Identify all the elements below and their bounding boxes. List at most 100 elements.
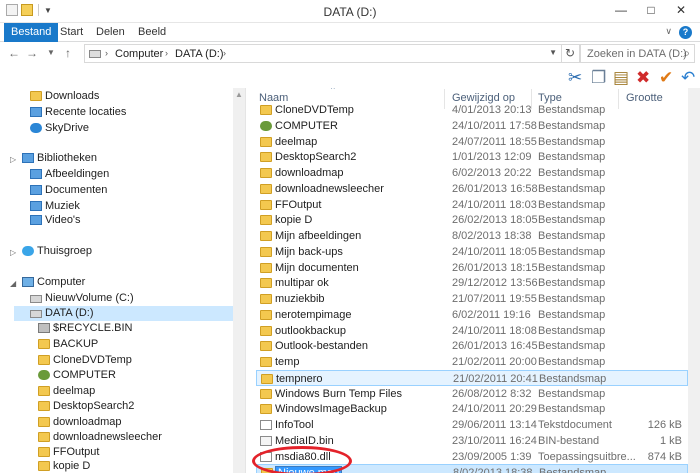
file-type: Bestandsmap — [538, 136, 606, 148]
table-row[interactable]: Windows Burn Temp Files 26/08/2012 8:32 Be… — [256, 386, 688, 402]
breadcrumb-computer[interactable]: Computer — [115, 48, 163, 60]
file-list-scrollbar[interactable] — [688, 88, 700, 473]
table-row[interactable]: CloneDVDTemp 4/01/2013 20:13 Bestandsmap — [256, 102, 688, 118]
explorer-window: ▼ DATA (D:) — □ ✕ Bestand Start Delen Be… — [0, 0, 700, 473]
breadcrumb-data[interactable]: DATA (D:) — [175, 48, 223, 60]
file-type: Bestandsmap — [538, 356, 606, 368]
up-icon[interactable]: ↑ — [65, 46, 71, 60]
folder-icon — [260, 357, 272, 367]
table-row[interactable]: outlookbackup 24/10/2011 18:08 Bestandsmap — [256, 323, 688, 339]
drive-icon — [89, 50, 101, 58]
file-name: InfoTool — [275, 419, 314, 431]
file-type: Tekstdocument — [538, 419, 612, 431]
copy-icon[interactable]: ❐ — [591, 68, 606, 88]
table-row[interactable]: tempnero 21/02/2011 20:41 Bestandsmap — [256, 370, 688, 386]
refresh-icon[interactable]: ↻ — [561, 44, 580, 63]
folder-icon — [260, 152, 272, 162]
expand-arrow-icon[interactable]: ▷ — [10, 248, 16, 257]
drive-icon — [30, 310, 42, 318]
help-icon[interactable]: ? — [679, 26, 692, 39]
file-name: temp — [275, 356, 300, 368]
file-date: 21/02/2011 20:00 — [452, 356, 537, 368]
file-type: Bestandsmap — [538, 388, 606, 400]
table-row[interactable]: FFOutput 24/10/2011 18:03 Bestandsmap — [256, 197, 688, 213]
gear-folder-icon — [260, 121, 272, 131]
table-row[interactable]: muziekbib 21/07/2011 19:55 Bestandsmap — [256, 291, 688, 307]
expand-arrow-icon[interactable]: ▷ — [10, 155, 16, 164]
breadcrumb-arrow-icon[interactable]: › — [105, 48, 108, 58]
folder-icon — [260, 294, 272, 304]
folder-icon — [260, 215, 272, 225]
folder-icon — [260, 404, 272, 414]
address-row: ← → ▼ ↑ › Computer › DATA (D:) › ▼ ↻ Zoe… — [0, 42, 700, 66]
file-type: Bestandsmap — [538, 104, 606, 116]
scissors-icon[interactable]: ✂ — [568, 68, 582, 88]
table-row[interactable]: Outlook-bestanden 26/01/2013 16:45 Bestand… — [256, 338, 688, 354]
breadcrumb-arrow-icon[interactable]: › — [223, 48, 226, 58]
file-name: downloadmap — [275, 167, 344, 179]
file-type: Bestandsmap — [538, 340, 606, 352]
homegroup-icon — [22, 246, 34, 256]
breadcrumb-arrow-icon[interactable]: › — [165, 48, 168, 58]
file-date: 29/06/2011 13:14 — [452, 419, 537, 431]
collapse-arrow-icon[interactable]: ◢ — [10, 279, 16, 288]
minimize-icon[interactable]: — — [606, 0, 636, 20]
table-row[interactable]: Mijn back-ups 24/10/2011 18:05 Bestandsmap — [256, 244, 688, 260]
close-icon[interactable]: ✕ — [666, 0, 696, 20]
folder-icon — [260, 341, 272, 351]
forward-icon[interactable]: → — [26, 46, 38, 60]
folder-icon — [260, 247, 272, 257]
folder-icon — [260, 389, 272, 399]
undo-icon[interactable]: ↶ — [681, 68, 695, 88]
search-placeholder: Zoeken in DATA (D:) — [587, 48, 687, 60]
file-date: 4/01/2013 20:13 — [452, 104, 532, 116]
maximize-icon[interactable]: □ — [636, 0, 666, 20]
checkmark-icon[interactable]: ✔ — [659, 68, 673, 88]
folder-icon — [38, 339, 50, 349]
table-row[interactable]: InfoTool 29/06/2011 13:14 Tekstdocument 126… — [256, 417, 688, 433]
file-type: Bestandsmap — [538, 214, 606, 226]
back-icon[interactable]: ← — [8, 46, 20, 60]
file-type: Bestandsmap — [539, 467, 607, 473]
table-row[interactable]: Mijn afbeeldingen 8/02/2013 18:38 Bestands… — [256, 228, 688, 244]
table-row[interactable]: DesktopSearch2 1/01/2013 12:09 Bestandsmap — [256, 149, 688, 165]
expand-ribbon-icon[interactable]: ∨ — [665, 26, 672, 37]
file-date: 24/07/2011 18:55 — [452, 136, 537, 148]
tab-bestand[interactable]: Bestand — [4, 23, 59, 42]
table-row[interactable]: downloadnewsleecher 26/01/2013 16:58 Besta… — [256, 181, 688, 197]
table-row[interactable]: COMPUTER 24/10/2011 17:58 Bestandsmap — [256, 118, 688, 134]
file-name: kopie D — [275, 214, 313, 226]
file-date: 26/08/2012 8:32 — [452, 388, 532, 400]
table-row[interactable]: Mijn documenten 26/01/2013 18:15 Bestandsm… — [256, 260, 688, 276]
folder-icon — [261, 374, 273, 384]
tab-beeld[interactable]: Beeld — [130, 23, 174, 42]
file-date: 24/10/2011 18:05 — [452, 246, 537, 258]
table-row[interactable]: deelmap 24/07/2011 18:55 Bestandsmap — [256, 134, 688, 150]
search-input[interactable]: Zoeken in DATA (D:) ⌕ — [580, 44, 695, 63]
window-controls: — □ ✕ — [606, 0, 696, 20]
scroll-up-icon[interactable]: ▲ — [235, 90, 243, 99]
file-date: 24/10/2011 20:29 — [452, 403, 537, 415]
tab-start[interactable]: Start — [52, 23, 91, 42]
delete-icon[interactable]: ✖ — [636, 68, 650, 88]
nav-pane-scrollbar[interactable]: ▲ — [233, 88, 245, 473]
table-row[interactable]: WindowsImageBackup 24/10/2011 20:29 Bestan… — [256, 401, 688, 417]
table-row[interactable]: downloadmap 6/02/2013 20:22 Bestandsmap — [256, 165, 688, 181]
table-row[interactable]: kopie D 26/02/2013 18:05 Bestandsmap — [256, 212, 688, 228]
file-list: Naam Gewijzigd op Type Grootte CloneDVDT… — [246, 88, 700, 473]
table-row[interactable]: nerotempimage 6/02/2011 19:16 Bestandsmap — [256, 307, 688, 323]
table-row[interactable]: temp 21/02/2011 20:00 Bestandsmap — [256, 354, 688, 370]
file-type: Bestandsmap — [538, 262, 606, 274]
file-type: Bestandsmap — [538, 199, 606, 211]
paste-icon[interactable]: ▤ — [613, 68, 629, 88]
recent-locations-icon[interactable]: ▼ — [47, 48, 55, 57]
tab-delen[interactable]: Delen — [88, 23, 133, 42]
table-row[interactable]: multipar ok 29/12/2012 13:56 Bestandsmap — [256, 275, 688, 291]
file-type: Bestandsmap — [538, 120, 606, 132]
nav-item-drive-d[interactable]: DATA (D:) — [14, 306, 233, 321]
folder-icon — [260, 137, 272, 147]
search-icon[interactable]: ⌕ — [683, 46, 690, 61]
address-dropdown-icon[interactable]: ▼ — [549, 48, 557, 57]
document-icon — [260, 420, 272, 430]
address-bar[interactable]: › Computer › DATA (D:) › ▼ — [84, 44, 562, 63]
